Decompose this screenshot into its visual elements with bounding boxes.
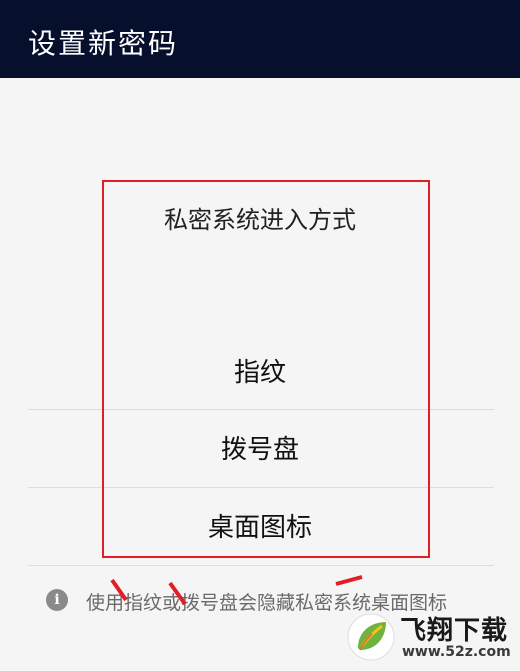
divider: [28, 565, 494, 566]
watermark-url: www.52z.com: [402, 644, 511, 660]
leaf-logo-icon: [347, 613, 395, 661]
screen: 设置新密码 私密系统进入方式 指纹 拨号盘 桌面图标 i 使用指纹或拨号盘会隐藏…: [0, 0, 520, 671]
info-icon: i: [46, 589, 68, 611]
watermark: 飞翔下载 www.52z.com: [346, 608, 516, 668]
page-title: 设置新密码: [28, 27, 179, 60]
title-bar: 设置新密码: [0, 0, 520, 78]
annotation-stroke: [335, 575, 363, 586]
highlight-annotation-box: [102, 180, 430, 558]
watermark-brand: 飞翔下载: [400, 616, 509, 646]
